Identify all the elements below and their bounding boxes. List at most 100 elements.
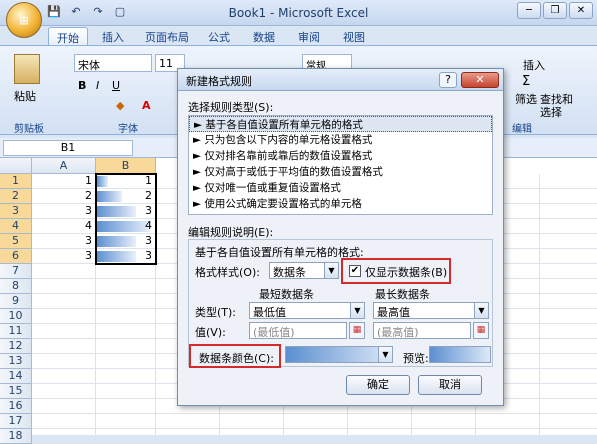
cell[interactable]	[284, 414, 348, 429]
cell-a[interactable]	[32, 384, 96, 399]
min-type-select[interactable]: 最低值 ▼	[249, 302, 365, 319]
row-header[interactable]: 17	[0, 414, 32, 429]
tab-insert[interactable]: 插入	[102, 29, 124, 45]
cell-a[interactable]: 3	[32, 204, 96, 219]
tab-page-layout[interactable]: 页面布局	[145, 29, 189, 45]
cell[interactable]	[540, 339, 597, 354]
filter-label[interactable]: 筛选	[515, 91, 537, 107]
cell-a[interactable]	[32, 324, 96, 339]
cell-a[interactable]	[32, 354, 96, 369]
cell-b[interactable]	[96, 324, 156, 339]
cell-a[interactable]	[32, 369, 96, 384]
cell-b[interactable]	[96, 264, 156, 279]
rule-item-average[interactable]: ► 仅对高于或低于平均值的数值设置格式	[189, 164, 492, 180]
cell-a[interactable]	[32, 429, 96, 444]
max-value-input[interactable]: (最高值)	[373, 322, 471, 339]
cell-b[interactable]	[96, 399, 156, 414]
row-header[interactable]: 9	[0, 294, 32, 309]
cell[interactable]	[540, 219, 597, 234]
cell[interactable]	[540, 384, 597, 399]
cell-b[interactable]	[96, 294, 156, 309]
row-header[interactable]: 7	[0, 264, 32, 279]
cell[interactable]	[540, 189, 597, 204]
row-header[interactable]: 18	[0, 429, 32, 444]
cell[interactable]	[540, 354, 597, 369]
fill-color-icon[interactable]: ◆	[116, 99, 124, 112]
select-label[interactable]: 选择	[540, 104, 562, 120]
cell-a[interactable]: 1	[32, 174, 96, 189]
cell[interactable]	[476, 429, 540, 444]
cell-a[interactable]	[32, 294, 96, 309]
cell-b[interactable]	[96, 414, 156, 429]
cell-a[interactable]	[32, 279, 96, 294]
cell-a[interactable]: 2	[32, 189, 96, 204]
bold-button[interactable]: B	[78, 79, 86, 92]
tab-formulas[interactable]: 公式	[208, 29, 230, 45]
bar-color-picker[interactable]: ▼	[285, 346, 393, 363]
row-header[interactable]: 6	[0, 249, 32, 264]
row-header[interactable]: 10	[0, 309, 32, 324]
cell[interactable]	[540, 429, 597, 444]
cell-b[interactable]	[96, 309, 156, 324]
row-header[interactable]: 8	[0, 279, 32, 294]
underline-button[interactable]: U	[112, 79, 120, 92]
select-all-corner[interactable]	[0, 158, 32, 174]
tab-review[interactable]: 审阅	[298, 29, 320, 45]
format-style-select[interactable]: 数据条 ▼	[269, 262, 339, 279]
row-header[interactable]: 13	[0, 354, 32, 369]
cell[interactable]	[540, 204, 597, 219]
cell[interactable]	[476, 414, 540, 429]
row-header[interactable]: 5	[0, 234, 32, 249]
cell[interactable]	[540, 279, 597, 294]
rule-item-unique[interactable]: ► 仅对唯一值或重复值设置格式	[189, 180, 492, 196]
cell[interactable]	[540, 249, 597, 264]
cell-b[interactable]	[96, 279, 156, 294]
cell[interactable]	[220, 429, 284, 444]
cell[interactable]	[156, 429, 220, 444]
row-header[interactable]: 16	[0, 399, 32, 414]
cell[interactable]	[412, 429, 476, 444]
row-header[interactable]: 15	[0, 384, 32, 399]
column-header-a[interactable]: A	[32, 158, 96, 174]
cell-a[interactable]	[32, 414, 96, 429]
close-window-button[interactable]: ✕	[569, 2, 593, 19]
cell[interactable]	[284, 429, 348, 444]
rule-item-contains[interactable]: ► 只为包含以下内容的单元格设置格式	[189, 132, 492, 148]
cell-b[interactable]	[96, 339, 156, 354]
rule-item-top-bottom[interactable]: ► 仅对排名靠前或靠后的数值设置格式	[189, 148, 492, 164]
cell-a[interactable]: 3	[32, 234, 96, 249]
cell-b[interactable]	[96, 369, 156, 384]
rule-item-formula[interactable]: ► 使用公式确定要设置格式的单元格	[189, 196, 492, 212]
italic-button[interactable]: I	[96, 79, 99, 92]
tab-view[interactable]: 视图	[343, 29, 365, 45]
row-header[interactable]: 3	[0, 204, 32, 219]
cell-b[interactable]	[96, 354, 156, 369]
cell-a[interactable]: 4	[32, 219, 96, 234]
rule-item-all-cells[interactable]: ► 基于各自值设置所有单元格的格式	[189, 116, 492, 132]
max-type-select[interactable]: 最高值 ▼	[373, 302, 489, 319]
office-button[interactable]: ⊞	[6, 2, 42, 38]
row-header[interactable]: 11	[0, 324, 32, 339]
name-box[interactable]: B1	[3, 140, 133, 156]
cell[interactable]	[540, 174, 597, 189]
row-header[interactable]: 2	[0, 189, 32, 204]
paste-label[interactable]: 粘贴	[14, 88, 36, 104]
range-picker-icon[interactable]: ▦	[473, 322, 489, 339]
cell-a[interactable]	[32, 264, 96, 279]
restore-button[interactable]: ❐	[543, 2, 567, 19]
cell[interactable]	[540, 309, 597, 324]
minimize-button[interactable]: ─	[517, 2, 541, 19]
cell[interactable]	[412, 414, 476, 429]
cell[interactable]	[348, 414, 412, 429]
cell-a[interactable]: 3	[32, 249, 96, 264]
range-picker-icon[interactable]: ▦	[349, 322, 365, 339]
row-header[interactable]: 14	[0, 369, 32, 384]
cancel-button[interactable]: 取消	[418, 375, 482, 395]
dialog-close-button[interactable]: ✕	[461, 72, 499, 88]
cell[interactable]	[220, 414, 284, 429]
font-name-select[interactable]: 宋体	[74, 54, 152, 72]
sum-icon[interactable]: Σ	[522, 74, 530, 89]
insert-label[interactable]: 插入	[523, 57, 545, 73]
ok-button[interactable]: 确定	[346, 375, 410, 395]
cell-b[interactable]	[96, 384, 156, 399]
